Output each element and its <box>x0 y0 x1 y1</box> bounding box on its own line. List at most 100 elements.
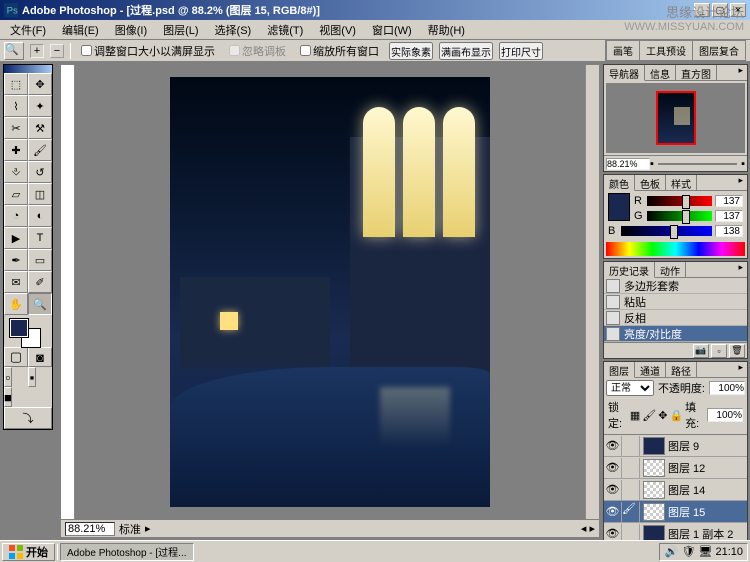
opt-actual-pixels[interactable]: 实际象素 <box>389 42 433 60</box>
tray-icon[interactable]: 🔊 <box>664 545 678 559</box>
r-slider[interactable] <box>647 196 712 206</box>
mode-quickmask[interactable]: ◙ <box>28 347 52 367</box>
tool-notes[interactable]: ✉ <box>4 271 28 293</box>
tool-heal[interactable]: ✚ <box>4 139 28 161</box>
eye-icon[interactable]: 👁 <box>604 502 622 522</box>
r-value[interactable]: 137 <box>715 195 743 207</box>
tool-gradient[interactable]: ◫ <box>28 183 52 205</box>
blend-mode-select[interactable]: 正常 <box>606 380 654 396</box>
tab-info[interactable]: 信息 <box>645 65 676 80</box>
history-item[interactable]: 反相 <box>604 310 747 326</box>
tab-history[interactable]: 历史记录 <box>604 262 655 278</box>
tool-marquee[interactable]: ⬚ <box>4 73 28 95</box>
tool-move[interactable]: ✥ <box>28 73 52 95</box>
lock-transparent-icon[interactable]: ▦ <box>630 409 640 422</box>
tab-brush[interactable]: 画笔 <box>606 41 639 60</box>
scrollbar-vertical[interactable] <box>585 65 599 519</box>
toolbox-titlebar[interactable] <box>4 65 52 73</box>
tab-paths[interactable]: 路径 <box>666 362 697 377</box>
foreground-color[interactable] <box>10 319 28 337</box>
tab-swatches[interactable]: 色板 <box>635 175 666 190</box>
zoom-out-icon[interactable]: − <box>50 44 64 58</box>
tool-hand[interactable]: ✋ <box>4 293 28 315</box>
tray-icon[interactable]: 🛡 <box>681 545 695 559</box>
opacity-input[interactable] <box>709 381 745 395</box>
menu-filter[interactable]: 滤镜(T) <box>259 20 311 40</box>
tool-wand[interactable]: ✦ <box>28 95 52 117</box>
tab-color[interactable]: 颜色 <box>604 175 635 191</box>
menu-file[interactable]: 文件(F) <box>2 20 54 40</box>
menu-image[interactable]: 图像(I) <box>107 20 155 40</box>
menu-view[interactable]: 视图(V) <box>311 20 364 40</box>
b-slider[interactable] <box>621 226 712 236</box>
tool-type[interactable]: T <box>28 227 52 249</box>
link-icon[interactable]: 🖌 <box>622 502 640 522</box>
menu-select[interactable]: 选择(S) <box>207 20 260 40</box>
tab-layers[interactable]: 图层 <box>604 362 635 378</box>
history-menu[interactable]: ▸ <box>734 262 747 277</box>
tool-blur[interactable]: ◔ <box>4 205 28 227</box>
opt-zoom-all[interactable]: 缩放所有窗口 <box>300 43 379 59</box>
screen-full-menu[interactable]: ▪ <box>28 367 36 387</box>
zoom-out-small-icon[interactable]: ▪ <box>650 158 654 170</box>
color-menu[interactable]: ▸ <box>734 175 747 190</box>
tool-shape[interactable]: ▭ <box>28 249 52 271</box>
opt-fit-on-screen[interactable]: 满画布显示 <box>439 42 493 60</box>
new-snapshot-button[interactable]: 📷 <box>693 344 709 358</box>
tool-slice[interactable]: ⚒ <box>28 117 52 139</box>
color-swatch[interactable] <box>608 193 630 221</box>
eye-icon[interactable]: 👁 <box>604 436 622 456</box>
menu-window[interactable]: 窗口(W) <box>364 20 420 40</box>
menu-help[interactable]: 帮助(H) <box>420 20 473 40</box>
navigator-menu[interactable]: ▸ <box>734 65 747 80</box>
link-icon[interactable] <box>622 436 640 456</box>
layers-menu[interactable]: ▸ <box>734 362 747 377</box>
eye-icon[interactable]: 👁 <box>604 458 622 478</box>
layer-item[interactable]: 👁图层 14 <box>604 479 747 501</box>
layer-item[interactable]: 👁🖌图层 15 <box>604 501 747 523</box>
mode-standard[interactable]: ▢ <box>4 347 28 367</box>
tab-tool-preset[interactable]: 工具预设 <box>639 41 692 60</box>
screen-full[interactable]: ■ <box>4 387 12 407</box>
navigator-preview[interactable] <box>606 83 745 153</box>
screen-standard[interactable]: ▫ <box>4 367 12 387</box>
tool-stamp[interactable]: ⎀ <box>4 161 28 183</box>
navigator-slider[interactable] <box>658 158 737 170</box>
g-value[interactable]: 137 <box>715 210 743 222</box>
opt-ignore-palettes[interactable]: 忽略调板 <box>229 43 286 59</box>
tool-dodge[interactable]: ◐ <box>28 205 52 227</box>
tab-channels[interactable]: 通道 <box>635 362 666 377</box>
tool-brush[interactable]: 🖌 <box>28 139 52 161</box>
taskbar-app[interactable]: Adobe Photoshop - [过程... <box>60 543 194 561</box>
tool-path-select[interactable]: ▶ <box>4 227 28 249</box>
tab-actions[interactable]: 动作 <box>655 262 686 277</box>
tool-eyedropper[interactable]: ✐ <box>28 271 52 293</box>
tool-crop[interactable]: ✂ <box>4 117 28 139</box>
zoom-input[interactable] <box>65 522 115 536</box>
lock-paint-icon[interactable]: 🖌 <box>642 409 656 422</box>
zoom-in-icon[interactable]: + <box>30 44 44 58</box>
tab-layer-comp[interactable]: 图层复合 <box>692 41 745 60</box>
fill-input[interactable] <box>707 408 743 422</box>
history-item[interactable]: 亮度/对比度 <box>604 326 747 342</box>
tab-histogram[interactable]: 直方图 <box>676 65 717 80</box>
jump-to-imageready[interactable]: ⤵ <box>4 407 52 429</box>
history-item[interactable]: 多边形套索 <box>604 278 747 294</box>
menu-layer[interactable]: 图层(L) <box>155 20 206 40</box>
layer-item[interactable]: 👁图层 9 <box>604 435 747 457</box>
tool-lasso[interactable]: ⌇ <box>4 95 28 117</box>
history-item[interactable]: 粘贴 <box>604 294 747 310</box>
zoom-in-small-icon[interactable]: ▪ <box>741 158 745 170</box>
layer-item[interactable]: 👁图层 12 <box>604 457 747 479</box>
current-tool-icon[interactable]: 🔍 <box>4 42 24 60</box>
g-slider[interactable] <box>647 211 712 221</box>
b-value[interactable]: 138 <box>715 225 743 237</box>
lock-move-icon[interactable]: ✥ <box>658 409 667 422</box>
menu-edit[interactable]: 编辑(E) <box>54 20 107 40</box>
start-button[interactable]: 开始 <box>2 543 55 561</box>
color-spectrum[interactable] <box>606 242 745 256</box>
tray-icon[interactable]: 🖥 <box>698 545 712 559</box>
link-icon[interactable] <box>622 480 640 500</box>
tab-styles[interactable]: 样式 <box>666 175 697 190</box>
tool-zoom[interactable]: 🔍 <box>28 293 52 315</box>
